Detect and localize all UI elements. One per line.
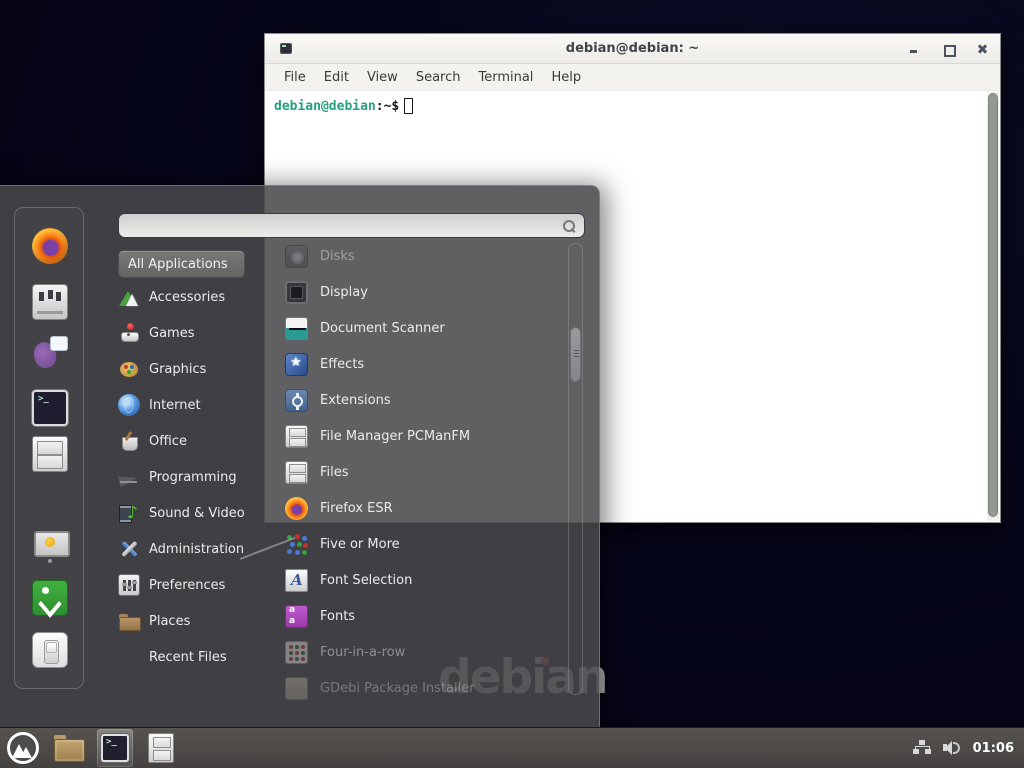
- menu-file[interactable]: File: [275, 70, 315, 85]
- shutdown-icon[interactable]: [32, 632, 68, 668]
- category-games[interactable]: Games: [118, 315, 278, 351]
- four-in-a-row-icon: [285, 641, 308, 664]
- app-disks[interactable]: Disks: [285, 238, 557, 274]
- preferences-icon: [118, 574, 140, 596]
- category-office[interactable]: Office: [118, 423, 278, 459]
- file-cabinet-icon: [285, 461, 308, 484]
- taskbar: 01:06: [0, 727, 1024, 768]
- accessories-icon: [118, 286, 140, 308]
- menu-button-icon: [7, 732, 39, 764]
- terminal-window-title: debian@debian: ~: [265, 41, 1000, 56]
- network-icon[interactable]: [913, 740, 931, 756]
- office-icon: [118, 430, 140, 452]
- terminal-window-icon: [280, 43, 292, 54]
- logout-icon[interactable]: [32, 580, 68, 616]
- extensions-icon: [285, 389, 308, 412]
- clock[interactable]: 01:06: [973, 741, 1014, 756]
- file-cabinet-icon: [148, 733, 174, 763]
- terminal-icon: [101, 734, 129, 762]
- terminal-scrollbar[interactable]: [987, 92, 999, 521]
- prompt-suffix: :~$: [376, 99, 399, 114]
- control-center-icon[interactable]: [32, 284, 68, 320]
- menu-help[interactable]: Help: [542, 70, 590, 85]
- category-list: Accessories Games Graphics Internet Offi…: [118, 279, 278, 675]
- menu-view[interactable]: View: [358, 70, 407, 85]
- terminal-cursor: [404, 98, 413, 114]
- app-document-scanner[interactable]: Document Scanner: [285, 310, 557, 346]
- category-programming[interactable]: Programming: [118, 459, 278, 495]
- package-icon: [285, 677, 308, 700]
- colored-dots-icon: [285, 533, 308, 556]
- file-cabinet-icon: [285, 425, 308, 448]
- category-administration[interactable]: Administration: [118, 531, 278, 567]
- app-five-or-more[interactable]: Five or More: [285, 526, 557, 562]
- administration-icon: [118, 538, 140, 560]
- menu-edit[interactable]: Edit: [315, 70, 358, 85]
- display-icon: [285, 281, 308, 304]
- app-gdebi-package-installer[interactable]: GDebi Package Installer: [285, 670, 557, 706]
- app-files[interactable]: Files: [285, 454, 557, 490]
- font-selection-icon: [285, 569, 308, 592]
- app-display[interactable]: Display: [285, 274, 557, 310]
- shell-prompt: debian@debian:~$: [274, 98, 413, 114]
- effects-icon: [285, 353, 308, 376]
- disks-icon: [285, 245, 308, 268]
- menu-button[interactable]: [5, 729, 41, 767]
- taskbar-terminal[interactable]: [97, 729, 133, 767]
- all-applications-label: All Applications: [128, 257, 228, 272]
- firefox-icon: [285, 497, 308, 520]
- app-effects[interactable]: Effects: [285, 346, 557, 382]
- application-menu: All Applications Accessories Games Graph…: [0, 185, 600, 727]
- favorites-panel: [14, 207, 84, 689]
- document-scanner-icon: [285, 317, 308, 340]
- prompt-user-host: debian@debian: [274, 99, 376, 114]
- menu-terminal[interactable]: Terminal: [469, 70, 542, 85]
- category-accessories[interactable]: Accessories: [118, 279, 278, 315]
- category-sound-video[interactable]: Sound & Video: [118, 495, 278, 531]
- category-recent-files[interactable]: Recent Files: [118, 639, 278, 675]
- application-list-scrollbar-thumb[interactable]: [570, 327, 581, 382]
- taskbar-file-manager[interactable]: [51, 729, 87, 767]
- terminal-titlebar[interactable]: debian@debian: ~: [265, 34, 1000, 64]
- terminal-scrollbar-thumb[interactable]: [988, 93, 998, 517]
- games-icon: [118, 322, 140, 344]
- folder-icon: [54, 735, 84, 761]
- category-internet[interactable]: Internet: [118, 387, 278, 423]
- programming-icon: [118, 466, 140, 488]
- category-graphics[interactable]: Graphics: [118, 351, 278, 387]
- app-extensions[interactable]: Extensions: [285, 382, 557, 418]
- close-button[interactable]: [976, 43, 988, 55]
- fonts-icon: [285, 605, 308, 628]
- terminal-menubar: File Edit View Search Terminal Help: [265, 64, 1000, 91]
- application-list-scrollbar[interactable]: [568, 243, 583, 695]
- file-cabinet-icon[interactable]: [32, 436, 68, 472]
- menu-search[interactable]: Search: [407, 70, 470, 85]
- places-icon: [118, 610, 140, 632]
- category-all-applications[interactable]: All Applications: [118, 250, 245, 278]
- pidgin-icon[interactable]: [32, 334, 68, 370]
- app-file-manager-pcmanfm[interactable]: File Manager PCManFM: [285, 418, 557, 454]
- internet-icon: [118, 394, 140, 416]
- no-icon: [118, 646, 140, 668]
- sound-video-icon: [118, 502, 140, 524]
- firefox-icon[interactable]: [32, 228, 68, 264]
- maximize-button[interactable]: [942, 43, 954, 55]
- app-firefox-esr[interactable]: Firefox ESR: [285, 490, 557, 526]
- search-icon: [562, 219, 576, 233]
- graphics-icon: [118, 358, 140, 380]
- app-font-selection[interactable]: Font Selection: [285, 562, 557, 598]
- volume-icon[interactable]: [943, 740, 961, 756]
- search-input[interactable]: [127, 218, 562, 233]
- minimize-button[interactable]: [908, 43, 920, 55]
- terminal-icon[interactable]: [32, 390, 68, 426]
- search-box[interactable]: [118, 213, 585, 238]
- category-places[interactable]: Places: [118, 603, 278, 639]
- app-four-in-a-row[interactable]: Four-in-a-row: [285, 634, 557, 670]
- taskbar-files[interactable]: [143, 729, 179, 767]
- category-preferences[interactable]: Preferences: [118, 567, 278, 603]
- lock-screen-icon[interactable]: [32, 528, 68, 564]
- app-fonts[interactable]: Fonts: [285, 598, 557, 634]
- application-list: Disks Display Document Scanner Effects E…: [285, 238, 557, 706]
